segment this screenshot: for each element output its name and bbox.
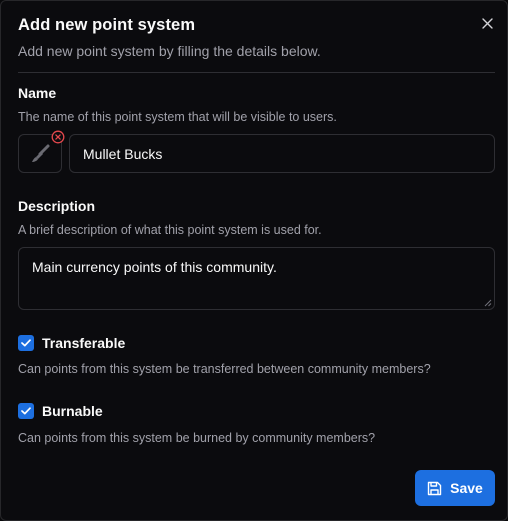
- transferable-checkbox-row[interactable]: Transferable: [18, 335, 125, 351]
- transferable-hint: Can points from this system be transferr…: [18, 362, 431, 376]
- close-icon: [481, 17, 493, 29]
- add-point-system-dialog: Add new point system Add new point syste…: [0, 0, 508, 521]
- name-hint: The name of this point system that will …: [18, 110, 337, 124]
- name-input[interactable]: Mullet Bucks: [69, 134, 495, 173]
- save-button[interactable]: Save: [415, 470, 495, 506]
- divider: [18, 72, 495, 73]
- burnable-label: Burnable: [42, 403, 103, 419]
- name-input-value: Mullet Bucks: [83, 145, 163, 162]
- burnable-checkbox-row[interactable]: Burnable: [18, 403, 103, 419]
- close-button[interactable]: [479, 15, 495, 31]
- paintbrush-icon: [32, 144, 50, 162]
- burnable-hint: Can points from this system be burned by…: [18, 431, 376, 445]
- name-label: Name: [18, 85, 57, 101]
- checkmark-icon: [21, 339, 31, 347]
- description-label: Description: [18, 198, 96, 214]
- description-hint: A brief description of what this point s…: [18, 223, 322, 237]
- save-label: Save: [450, 480, 483, 496]
- transferable-label: Transferable: [42, 335, 126, 351]
- description-textarea[interactable]: Main currency points of this community.: [18, 247, 495, 310]
- dialog-title: Add new point system: [18, 16, 196, 34]
- transferable-checkbox[interactable]: [18, 335, 34, 351]
- dialog-subtitle: Add new point system by filling the deta…: [18, 43, 321, 59]
- checkmark-icon: [21, 407, 31, 415]
- burnable-checkbox[interactable]: [18, 403, 34, 419]
- save-icon: [427, 481, 442, 495]
- resize-grip-icon[interactable]: [484, 299, 492, 307]
- remove-circle-icon: [51, 130, 65, 144]
- description-textarea-value: Main currency points of this community.: [32, 259, 277, 275]
- remove-icon-button[interactable]: [51, 130, 65, 144]
